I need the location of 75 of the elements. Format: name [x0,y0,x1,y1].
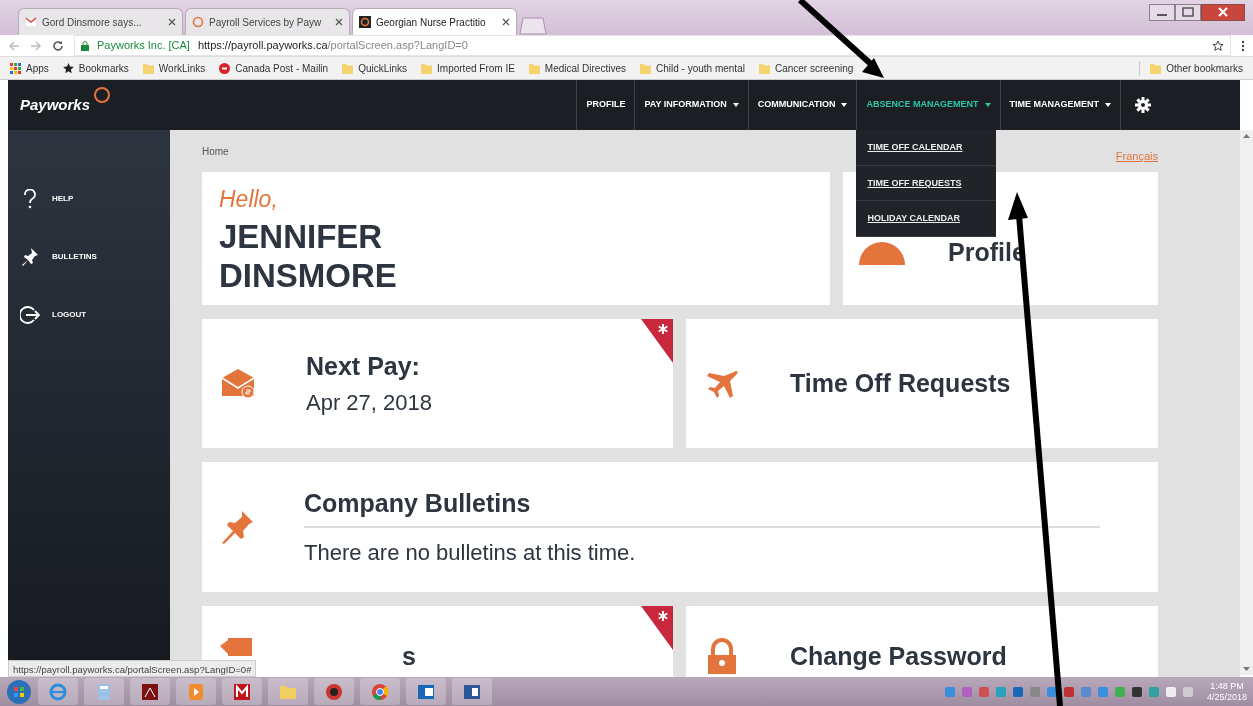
browser-tab[interactable]: Gord Dinsmore says... [18,8,183,35]
logo-icon [359,16,371,28]
apps-icon [10,62,21,74]
back-icon[interactable] [8,39,20,52]
new-tab-icon[interactable] [519,17,547,35]
card-title: Change Password [790,641,1007,672]
reload-icon[interactable] [52,39,64,52]
user-name: JENNIFER [219,216,383,256]
tray-icon[interactable] [1045,685,1058,698]
minimize-icon[interactable] [1149,4,1175,21]
bookmark[interactable]: Apps [10,60,49,76]
close-icon[interactable] [168,18,176,26]
folder-icon [1150,62,1162,74]
folder-icon [528,62,540,74]
site-name: Payworks Inc. [CA] [97,38,190,54]
bulletins-card[interactable]: Company Bulletins There are no bulletins at this time. [202,462,1158,592]
bookmark[interactable]: QuickLinks [342,60,408,76]
bookmark[interactable]: Bookmarks [62,60,129,76]
bookmark[interactable]: Child - youth mental [640,60,745,76]
folder-icon [640,62,651,74]
play-icon[interactable] [186,681,206,702]
close-icon[interactable] [335,18,343,26]
user-name: DINSMORE [219,255,397,295]
logo-ring-icon [93,85,112,104]
folder-icon [142,62,154,74]
pin-icon [20,247,40,267]
sidebar-item[interactable]: BULLETINS [8,228,170,286]
browser-tab[interactable]: Payroll Services by Payw [185,8,350,35]
star-icon [62,62,74,74]
card-title: Time Off Requests [790,367,1011,399]
dashboard-tile[interactable]: Next Pay: Apr 27, 2018 [202,319,673,448]
bookmark[interactable]: WorkLinks [142,60,206,76]
sidebar-item[interactable]: LOGOUT [8,286,170,344]
lock-icon [81,40,89,51]
breadcrumb[interactable]: Home [202,144,229,172]
reader-icon[interactable] [232,681,252,702]
more-icon[interactable] [1241,39,1245,52]
folder-icon [758,62,770,74]
status-url: https://payroll.payworks.ca/portalScreen.asp?LangID=0# [8,660,257,677]
bulletins-message: There are no bulletins at this time. [304,539,637,568]
chat-icon [220,638,252,656]
sidebar-item[interactable]: HELP [8,170,170,228]
mail-icon [25,16,37,28]
bookmark[interactable]: Imported From IE [421,60,515,76]
card-title: s [402,641,416,672]
close-icon[interactable] [1201,4,1245,21]
bookmark[interactable]: Canada Post - Mailin [219,60,329,76]
logo[interactable]: Payworks [20,93,91,117]
card-title: Company Bulletins [304,484,1100,529]
dashboard-tile[interactable]: Time Off Requests [686,319,1158,448]
settings-icon[interactable] [1135,97,1151,113]
card-subtitle: Apr 27, 2018 [306,388,432,417]
folder-icon [421,62,433,74]
folder-icon [342,62,354,74]
greeting-text: Hello, [219,185,278,214]
ring-icon [192,16,204,28]
pin-icon [220,509,256,545]
card-title: Next Pay: [306,351,421,383]
browser-tab[interactable]: Georgian Nurse Practitio [352,8,517,35]
bookmark[interactable]: Medical Directives [528,60,626,76]
url-text: https://payroll.payworks.ca/portalScreen.asp?LangID=0 [197,38,468,54]
logout-icon [20,305,40,325]
bookmark[interactable]: Other bookmarks [1139,60,1243,76]
start-button[interactable] [6,678,32,705]
forward-icon[interactable] [30,39,42,52]
close-icon[interactable] [502,18,510,26]
chrome-icon[interactable] [370,681,390,702]
tray-icon[interactable] [1130,685,1143,698]
address-bar[interactable]: Payworks Inc. [CA] https://payroll.payworks.ca/portalScreen.asp?LangID=0 [74,35,1231,56]
dashboard-tile[interactable]: Change Password [686,606,1158,677]
bookmark-star-icon[interactable] [1212,39,1224,52]
bookmark[interactable]: Cancer screening [758,60,854,76]
person-icon [859,242,905,265]
maximize-icon[interactable] [1175,4,1201,21]
browser-icon[interactable] [48,681,68,702]
